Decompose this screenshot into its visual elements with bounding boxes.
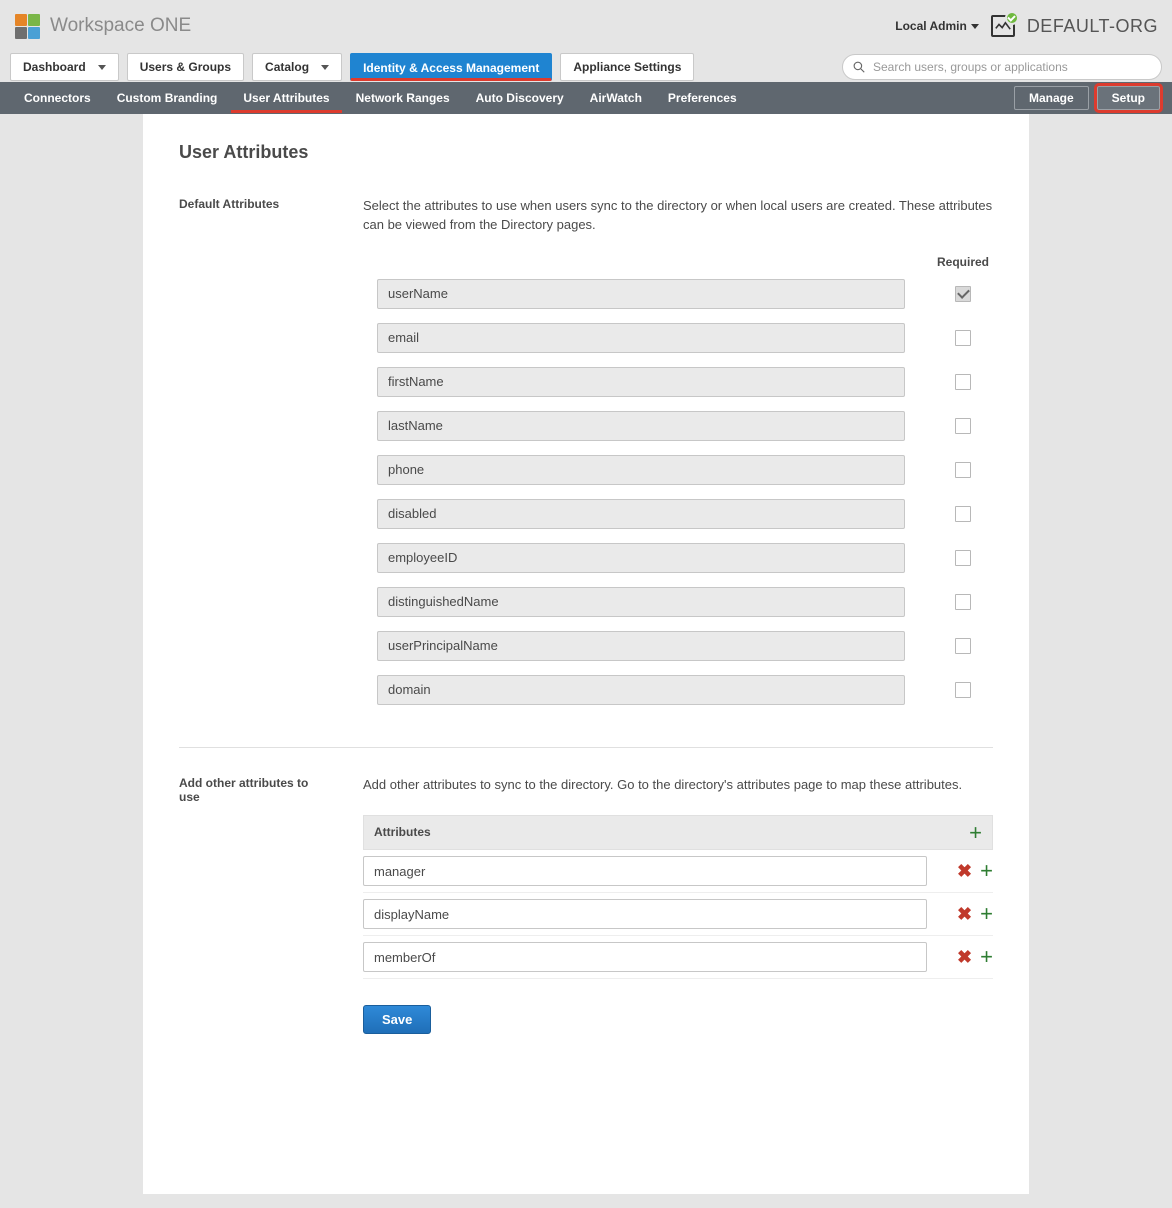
sub-nav: ConnectorsCustom BrandingUser Attributes… [0,82,1172,114]
required-checkbox[interactable] [955,418,971,434]
custom-attribute-row: ✖+ [363,850,993,893]
default-attribute-row: phone [377,455,993,485]
remove-attribute-icon[interactable]: ✖ [957,862,972,880]
status-ok-badge-icon [1005,11,1019,25]
default-attribute-row: disabled [377,499,993,529]
section-custom-attributes: Add other attributes to use Add other at… [179,747,993,1062]
default-attribute-row: lastName [377,411,993,441]
org-status-icon [991,15,1015,37]
default-attribute-row: userName [377,279,993,309]
user-menu-label: Local Admin [895,19,967,33]
remove-attribute-icon[interactable]: ✖ [957,948,972,966]
user-menu[interactable]: Local Admin [895,19,979,33]
section-label: Default Attributes [179,197,329,719]
attribute-name-field: lastName [377,411,905,441]
custom-attribute-input[interactable] [363,899,927,929]
required-checkbox [955,286,971,302]
required-column-header: Required [933,255,993,269]
default-attribute-row: distinguishedName [377,587,993,617]
subnav-item-preferences[interactable]: Preferences [656,83,749,113]
attribute-name-field: employeeID [377,543,905,573]
custom-attribute-row: ✖+ [363,936,993,979]
custom-attribute-input[interactable] [363,856,927,886]
subnav-item-user-attributes[interactable]: User Attributes [231,83,341,113]
required-checkbox[interactable] [955,506,971,522]
subnav-item-auto-discovery[interactable]: Auto Discovery [464,83,576,113]
search-input[interactable] [871,59,1151,75]
custom-attribute-row: ✖+ [363,893,993,936]
search-icon [853,61,865,73]
required-checkbox[interactable] [955,374,971,390]
org-name: DEFAULT-ORG [1027,16,1158,37]
save-button[interactable]: Save [363,1005,431,1034]
required-checkbox[interactable] [955,550,971,566]
page-title: User Attributes [179,142,993,163]
attribute-name-field: disabled [377,499,905,529]
default-attribute-row: employeeID [377,543,993,573]
add-attribute-icon[interactable]: + [980,948,993,966]
required-checkbox[interactable] [955,330,971,346]
nav-tab-dashboard[interactable]: Dashboard [10,53,119,81]
attr-table-header: Required [377,255,993,269]
caret-down-icon [971,24,979,29]
main-nav: Dashboard Users & Groups Catalog Identity &… [0,52,1172,82]
nav-tab-label: Dashboard [23,60,86,74]
nav-tab-label: Catalog [265,60,309,74]
attribute-name-field: distinguishedName [377,587,905,617]
nav-tab-appliance-settings[interactable]: Appliance Settings [560,53,694,81]
attribute-name-field: userPrincipalName [377,631,905,661]
attribute-name-field: email [377,323,905,353]
caret-down-icon [321,65,329,70]
required-checkbox[interactable] [955,462,971,478]
page-card: User Attributes Default Attributes Selec… [143,114,1029,1194]
attribute-name-field: firstName [377,367,905,397]
subnav-item-airwatch[interactable]: AirWatch [578,83,654,113]
required-checkbox[interactable] [955,594,971,610]
default-attribute-row: domain [377,675,993,705]
subnav-item-connectors[interactable]: Connectors [12,83,103,113]
global-search[interactable] [842,54,1162,80]
required-checkbox[interactable] [955,638,971,654]
add-attribute-icon[interactable]: + [969,824,982,842]
manage-button[interactable]: Manage [1014,86,1089,110]
attribute-name-field: domain [377,675,905,705]
caret-down-icon [98,65,106,70]
remove-attribute-icon[interactable]: ✖ [957,905,972,923]
default-attribute-row: email [377,323,993,353]
nav-tab-label: Appliance Settings [573,60,681,74]
attribute-name-field: userName [377,279,905,309]
section-description: Add other attributes to sync to the dire… [363,776,993,795]
top-bar: Workspace ONE Local Admin DEFAULT-ORG [0,0,1172,52]
section-default-attributes: Default Attributes Select the attributes… [179,197,993,747]
attribute-name-field: phone [377,455,905,485]
setup-button[interactable]: Setup [1097,86,1160,110]
nav-tab-label: Identity & Access Management [363,61,539,75]
nav-tab-users-groups[interactable]: Users & Groups [127,53,244,81]
custom-attr-table-header: Attributes + [363,815,993,851]
app-logo [14,13,40,39]
add-attribute-icon[interactable]: + [980,862,993,880]
subnav-item-network-ranges[interactable]: Network Ranges [344,83,462,113]
nav-tab-identity-access-management[interactable]: Identity & Access Management [350,53,552,81]
nav-tab-catalog[interactable]: Catalog [252,53,342,81]
section-label: Add other attributes to use [179,776,329,1034]
default-attribute-row: userPrincipalName [377,631,993,661]
custom-attr-header-label: Attributes [374,825,431,839]
section-description: Select the attributes to use when users … [363,197,993,235]
required-checkbox[interactable] [955,682,971,698]
app-title: Workspace ONE [50,15,191,37]
subnav-item-custom-branding[interactable]: Custom Branding [105,83,230,113]
default-attribute-row: firstName [377,367,993,397]
custom-attribute-input[interactable] [363,942,927,972]
add-attribute-icon[interactable]: + [980,905,993,923]
nav-tab-label: Users & Groups [140,60,231,74]
